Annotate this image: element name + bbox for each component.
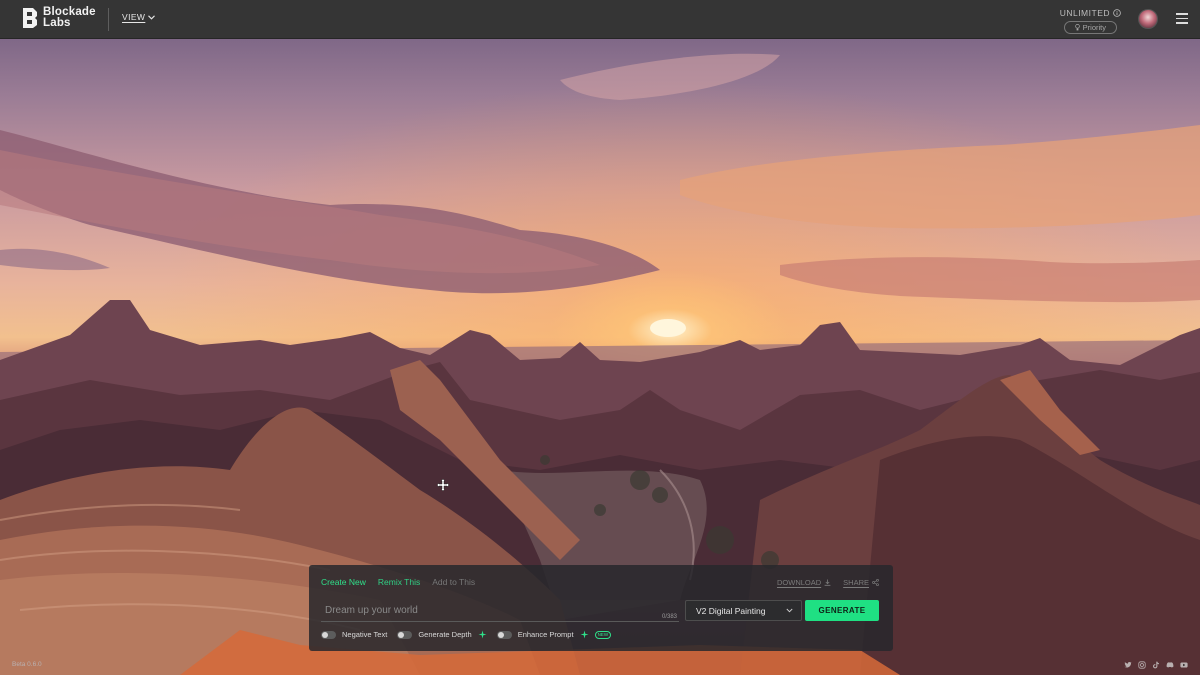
move-cursor-icon <box>437 479 449 491</box>
share-button[interactable]: SHARE <box>843 578 879 587</box>
download-button[interactable]: DOWNLOAD <box>777 578 831 587</box>
toggle-generate-depth: Generate Depth <box>397 630 487 639</box>
user-avatar[interactable] <box>1138 9 1158 29</box>
toggle-enhance-prompt: Enhance Prompt NEW <box>496 630 612 639</box>
download-label: DOWNLOAD <box>776 578 822 587</box>
brand-name: Blockade Labs <box>43 6 96 29</box>
instagram-icon[interactable] <box>1138 661 1146 669</box>
discord-icon[interactable] <box>1166 661 1174 669</box>
negative-text-switch[interactable] <box>321 630 336 639</box>
sparkle-icon <box>580 630 589 639</box>
skybox-viewer-page: Blockade Labs VIEW UNLIMITED Priority Cr… <box>0 0 1200 675</box>
enhance-prompt-label: Enhance Prompt <box>517 630 574 639</box>
chevron-down-icon <box>786 608 793 613</box>
enhance-prompt-switch[interactable] <box>496 630 512 639</box>
share-label: SHARE <box>843 578 869 587</box>
tab-add-to-this[interactable]: Add to This <box>432 577 475 587</box>
blockade-logo-icon <box>23 8 37 28</box>
bulb-icon <box>1074 24 1080 31</box>
generate-button[interactable]: GENERATE <box>805 600 879 621</box>
view-menu-button[interactable]: VIEW <box>122 12 156 22</box>
mode-tabs: Create New Remix This Add to This <box>321 577 475 587</box>
top-bar: Blockade Labs VIEW UNLIMITED Priority <box>0 0 1200 39</box>
plan-label: UNLIMITED <box>1059 8 1110 18</box>
tab-remix-this[interactable]: Remix This <box>378 577 420 587</box>
negative-text-label: Negative Text <box>342 630 388 639</box>
option-toggles: Negative Text Generate Depth Enhance Pro… <box>321 630 612 639</box>
plan-status: UNLIMITED Priority <box>1060 8 1121 34</box>
tiktok-icon[interactable] <box>1152 661 1160 669</box>
download-icon <box>824 579 831 586</box>
prompt-input[interactable] <box>321 600 679 622</box>
sparkle-icon <box>478 630 487 639</box>
generate-depth-label: Generate Depth <box>418 630 472 639</box>
share-icon <box>872 579 879 586</box>
header-divider <box>108 8 109 31</box>
view-label: VIEW <box>122 12 146 22</box>
character-count: 0/383 <box>662 614 678 620</box>
brand-name-line2: Labs <box>43 17 71 29</box>
style-select[interactable]: V2 Digital Painting <box>685 600 802 621</box>
panel-actions: DOWNLOAD SHARE <box>777 578 879 587</box>
youtube-icon[interactable] <box>1180 661 1188 669</box>
new-badge: NEW <box>594 630 612 639</box>
priority-badge: Priority <box>1063 21 1118 34</box>
info-icon[interactable] <box>1113 9 1121 17</box>
brand-logo[interactable]: Blockade Labs <box>22 6 96 29</box>
social-links <box>1124 661 1188 669</box>
generate-depth-switch[interactable] <box>397 630 413 639</box>
hamburger-menu-icon[interactable] <box>1176 13 1188 25</box>
tab-create-new[interactable]: Create New <box>321 577 366 587</box>
toggle-negative-text: Negative Text <box>321 630 387 639</box>
twitter-icon[interactable] <box>1124 661 1132 669</box>
style-selected-value: V2 Digital Painting <box>696 605 766 616</box>
version-label: Beta 0.6.0 <box>12 661 42 668</box>
prompt-panel: Create New Remix This Add to This DOWNLO… <box>309 565 893 651</box>
chevron-down-icon <box>148 14 156 20</box>
priority-label: Priority <box>1082 23 1107 32</box>
